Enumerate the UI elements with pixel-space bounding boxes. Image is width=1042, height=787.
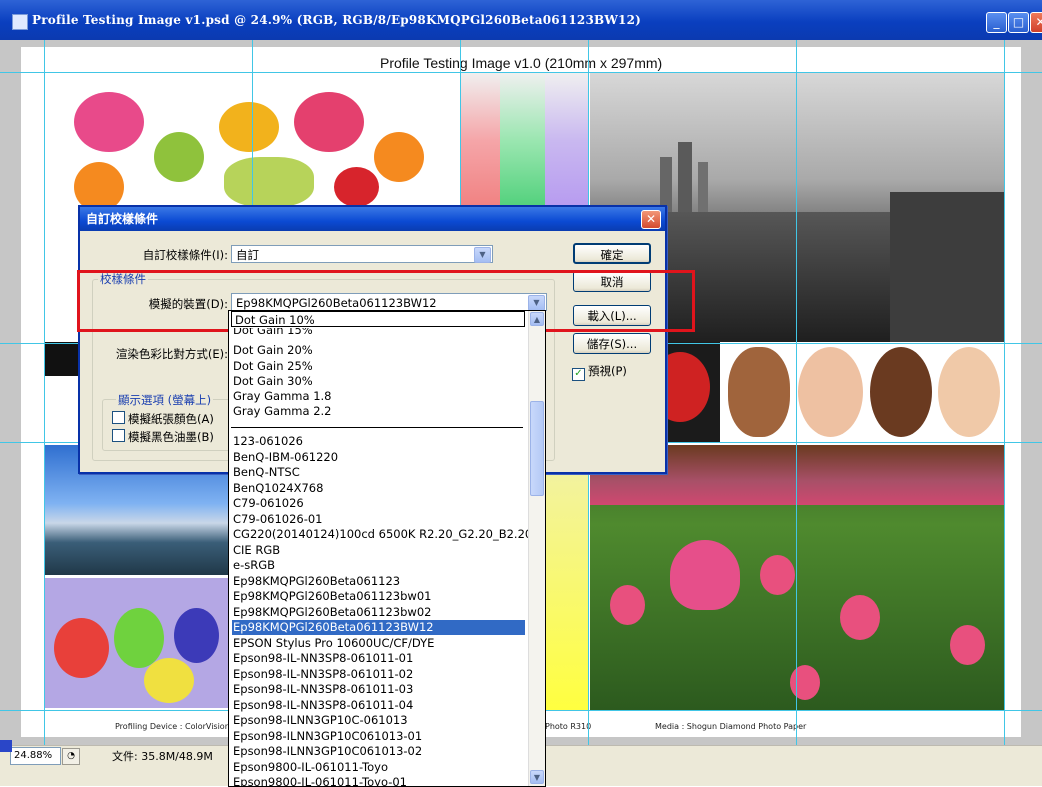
dropdown-item[interactable]: Dot Gain 15%: [232, 328, 525, 337]
chevron-down-icon[interactable]: ▼: [474, 247, 491, 263]
dropdown-item[interactable]: BenQ-NTSC: [232, 465, 525, 480]
dropdown-item[interactable]: BenQ1024X768: [232, 481, 525, 496]
color-bar-violet: [545, 72, 588, 210]
guide-line: [0, 72, 1042, 73]
dropdown-item[interactable]: BenQ-IBM-061220: [232, 450, 525, 465]
dropdown-item[interactable]: e-sRGB: [232, 558, 525, 573]
black-patch: [44, 342, 78, 376]
minimize-button[interactable]: _: [986, 12, 1007, 33]
save-button[interactable]: 儲存(S)...: [573, 333, 651, 354]
dropdown-item[interactable]: C79-061026-01: [232, 512, 525, 527]
custom-condition-value: 自訂: [236, 248, 259, 262]
dropdown-item[interactable]: Ep98KMQPGl260Beta061123bw01: [232, 589, 525, 604]
simulate-black-ink-label: 模擬黑色油墨(B): [128, 430, 214, 444]
window-title-bar: Profile Testing Image v1.psd @ 24.9% (RG…: [0, 0, 1042, 40]
footer-printer: Photo R310: [545, 722, 592, 731]
dialog-title-bar: 自訂校樣條件 ✕: [80, 207, 665, 231]
simulate-paper-color-checkbox[interactable]: 模擬紙張顏色(A): [112, 411, 214, 427]
dropdown-separator: [231, 427, 523, 428]
window-title: Profile Testing Image v1.psd @ 24.9% (RG…: [32, 13, 642, 27]
guide-line: [1004, 40, 1005, 745]
tulips-photo: [590, 445, 1004, 710]
simulate-paper-color-label: 模擬紙張顏色(A): [128, 412, 214, 426]
dialog-close-button[interactable]: ✕: [641, 210, 661, 229]
custom-condition-select[interactable]: 自訂 ▼: [231, 245, 493, 263]
dropdown-item[interactable]: Dot Gain 25%: [232, 359, 525, 374]
dropdown-item[interactable]: CIE RGB: [232, 543, 525, 558]
status-menu-icon[interactable]: ◔: [62, 748, 80, 765]
taskbar-edge: [0, 740, 12, 752]
display-options-title: 顯示選項 (螢幕上): [116, 392, 214, 408]
dropdown-item[interactable]: Epson98-IL-NN3SP8-061011-04: [232, 698, 525, 713]
simulate-black-ink-checkbox[interactable]: 模擬黑色油墨(B): [112, 429, 214, 445]
color-bar-green: [500, 72, 545, 210]
guide-line: [796, 40, 797, 745]
preview-label: 預視(P): [588, 364, 627, 378]
dropdown-item[interactable]: Epson98-IL-NN3SP8-061011-01: [232, 651, 525, 666]
dropdown-item[interactable]: Epson98-ILNN3GP10C061013-01: [232, 729, 525, 744]
custom-condition-label: 自訂校樣條件(I):: [142, 248, 228, 262]
check-icon[interactable]: ✓: [572, 368, 585, 381]
scroll-up-icon[interactable]: ▲: [530, 312, 544, 326]
maximize-button[interactable]: □: [1008, 12, 1029, 33]
dropdown-item[interactable]: Epson9800-IL-061011-Toyo: [232, 760, 525, 775]
dropdown-item[interactable]: Ep98KMQPGl260Beta061123bw02: [232, 605, 525, 620]
color-bar-yellow: [544, 470, 588, 710]
document-size: 文件: 35.8M/48.9M: [112, 750, 213, 763]
color-bar-red: [460, 72, 500, 210]
dropdown-item[interactable]: Ep98KMQPGl260Beta061123: [232, 574, 525, 589]
dropdown-item[interactable]: Epson9800-IL-061011-Toyo-01: [232, 775, 525, 786]
preview-checkbox[interactable]: ✓ 預視(P): [572, 363, 627, 381]
dropdown-item[interactable]: Epson98-IL-NN3SP8-061011-02: [232, 667, 525, 682]
zoom-field[interactable]: 24.88%: [10, 747, 61, 765]
document-heading: Profile Testing Image v1.0 (210mm x 297m…: [380, 55, 663, 71]
guide-line: [44, 40, 45, 745]
dropdown-item[interactable]: 123-061026: [232, 434, 525, 449]
ok-button[interactable]: 確定: [573, 243, 651, 264]
dropdown-item[interactable]: Epson98-ILNN3GP10C061013-02: [232, 744, 525, 759]
dropdown-item[interactable]: Gray Gamma 2.2: [232, 404, 525, 419]
dropdown-item[interactable]: EPSON Stylus Pro 10600UC/CF/DYE: [232, 636, 525, 651]
rendering-intent-label: 渲染色彩比對方式(E):: [115, 347, 228, 361]
checkbox-icon[interactable]: [112, 411, 125, 424]
close-window-button[interactable]: ✕: [1030, 12, 1042, 33]
dropdown-item[interactable]: Dot Gain 20%: [232, 343, 525, 358]
dropdown-item[interactable]: Dot Gain 30%: [232, 374, 525, 389]
candy-jars-photo: [44, 578, 228, 708]
photoshop-document-icon: [12, 14, 28, 30]
dropdown-item[interactable]: Epson98-IL-NN3SP8-061011-03: [232, 682, 525, 697]
dropdown-item[interactable]: CG220(20140124)100cd 6500K R2.20_G2.20_B…: [232, 527, 532, 542]
footer-media: Media : Shogun Diamond Photo Paper: [655, 722, 807, 731]
footer-device: Profiling Device : ColorVision: [115, 722, 230, 731]
dropdown-item[interactable]: Gray Gamma 1.8: [232, 389, 525, 404]
dropdown-item[interactable]: Epson98-ILNN3GP10C-061013: [232, 713, 525, 728]
fruit-photo: [44, 72, 458, 210]
dropdown-item-selected[interactable]: Ep98KMQPGl260Beta061123BW12: [232, 620, 525, 635]
scroll-thumb[interactable]: [530, 401, 544, 496]
device-dropdown-list[interactable]: Dot Gain 10% Dot Gain 15% Dot Gain 20% D…: [228, 310, 546, 787]
dropdown-current-item[interactable]: Dot Gain 10%: [231, 311, 525, 327]
dropdown-item[interactable]: C79-061026: [232, 496, 525, 511]
dialog-title: 自訂校樣條件: [86, 212, 159, 226]
scroll-down-icon[interactable]: ▼: [530, 770, 544, 784]
checkbox-icon[interactable]: [112, 429, 125, 442]
dropdown-scrollbar[interactable]: ▲ ▼: [528, 311, 545, 786]
